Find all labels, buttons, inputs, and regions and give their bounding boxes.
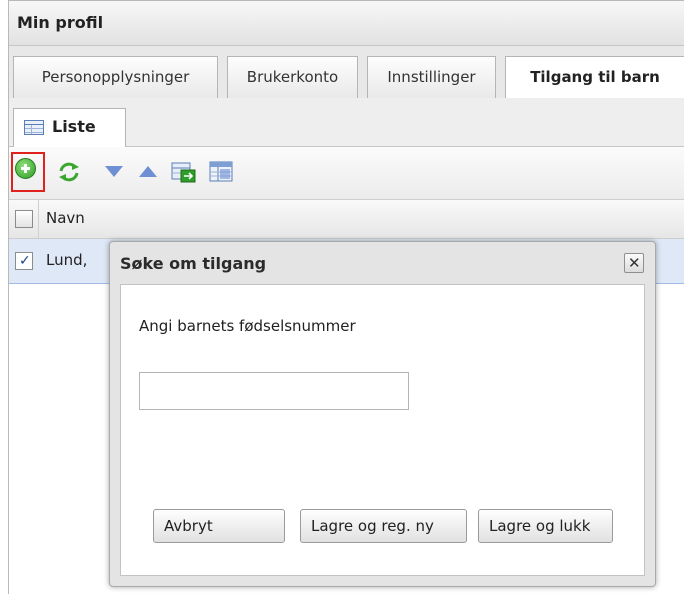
- grid-header: Navn: [9, 200, 684, 239]
- select-all-checkbox[interactable]: [15, 210, 33, 228]
- window-titlebar: Min profil: [9, 1, 684, 46]
- grid-toolbar: [9, 147, 684, 200]
- dialog-title: Søke om tilgang: [120, 254, 267, 273]
- birth-number-label: Angi barnets fødselsnummer: [139, 317, 356, 335]
- birth-number-input[interactable]: [139, 372, 409, 410]
- export-icon[interactable]: [171, 160, 197, 184]
- save-and-close-button[interactable]: Lagre og lukk: [478, 509, 613, 543]
- row-name-cell: Lund,: [46, 251, 88, 269]
- column-separator: [38, 200, 39, 238]
- tab-innstillinger[interactable]: Innstillinger: [367, 56, 496, 98]
- request-access-dialog: Søke om tilgang ✕ Angi barnets fødselsnu…: [109, 241, 656, 587]
- subtab-liste[interactable]: Liste: [13, 108, 126, 147]
- column-header-navn[interactable]: Navn: [46, 209, 85, 227]
- add-icon[interactable]: [15, 158, 36, 179]
- arrow-up-icon[interactable]: [139, 166, 157, 177]
- list-grid-icon: [24, 120, 44, 135]
- tab-strip: Personopplysninger Brukerkonto Innstilli…: [9, 46, 684, 99]
- save-and-new-button[interactable]: Lagre og reg. ny: [300, 509, 467, 543]
- checkmark-icon: ✓: [19, 253, 31, 269]
- dialog-close-button[interactable]: ✕: [624, 253, 644, 273]
- refresh-icon[interactable]: [57, 160, 81, 184]
- subtab-liste-label: Liste: [52, 117, 96, 136]
- tab-personopplysninger[interactable]: Personopplysninger: [13, 56, 218, 98]
- close-icon: ✕: [628, 254, 641, 272]
- cancel-button[interactable]: Avbryt: [153, 509, 285, 543]
- columns-icon[interactable]: [209, 160, 235, 184]
- subtab-strip: Liste: [9, 98, 684, 147]
- dialog-header[interactable]: Søke om tilgang ✕: [110, 242, 655, 284]
- arrow-down-icon[interactable]: [105, 166, 123, 177]
- row-checkbox[interactable]: ✓: [15, 252, 33, 270]
- dialog-body: Angi barnets fødselsnummer Avbryt Lagre …: [120, 284, 645, 576]
- tab-brukerkonto[interactable]: Brukerkonto: [227, 56, 358, 98]
- tab-tilgang-til-barn[interactable]: Tilgang til barn: [505, 56, 684, 99]
- window-title: Min profil: [17, 13, 104, 32]
